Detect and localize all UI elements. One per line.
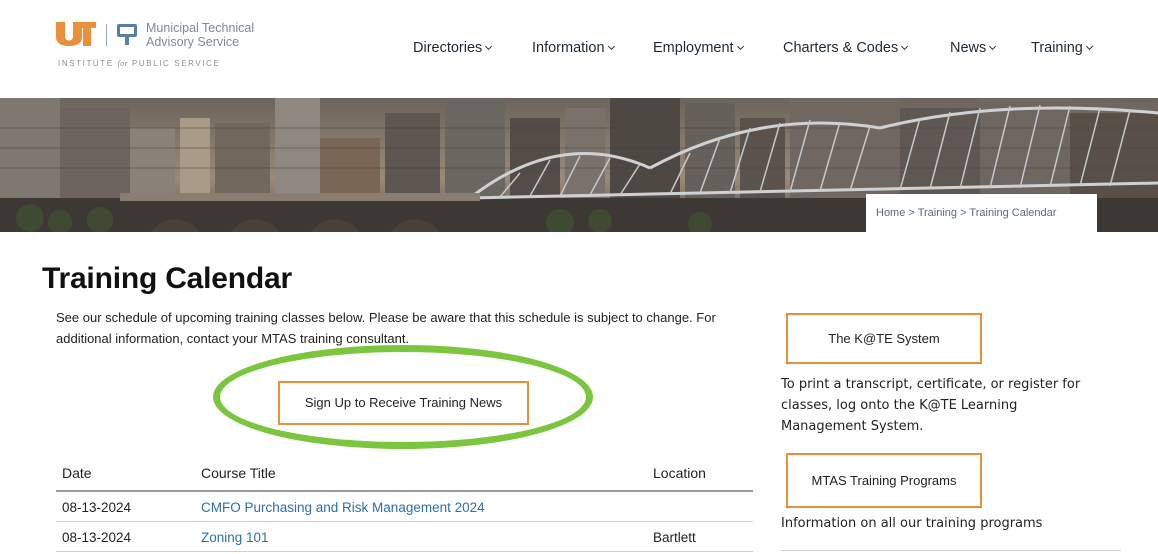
logo-divider [106, 24, 107, 46]
programs-description: Information on all our training programs [781, 516, 1043, 531]
row-date: 08-13-2024 [62, 530, 132, 545]
nav-charters-codes[interactable]: Charters & Codes [783, 40, 909, 56]
breadcrumb-home[interactable]: Home [876, 207, 905, 219]
breadcrumb-current: Training Calendar [969, 207, 1057, 219]
nav-information[interactable]: Information [532, 40, 615, 56]
course-link[interactable]: Zoning 101 [201, 530, 269, 545]
nav-employment[interactable]: Employment [653, 40, 744, 56]
mtas-logo[interactable]: Municipal Technical Advisory Service INS… [56, 18, 276, 78]
nav-training[interactable]: Training [1031, 40, 1093, 56]
org-name: Municipal Technical Advisory Service [146, 21, 255, 49]
institute-tagline: INSTITUTE for PUBLIC SERVICE [58, 59, 221, 68]
chevron-down-icon [901, 42, 909, 51]
chevron-down-icon [989, 42, 997, 51]
header-location: Location [653, 465, 706, 481]
breadcrumb: Home > Training > Training Calendar [866, 194, 1097, 232]
signup-highlight: Sign Up to Receive Training News [213, 345, 593, 449]
header-date: Date [62, 465, 92, 481]
breadcrumb-training[interactable]: Training [918, 207, 957, 219]
nav-news[interactable]: News [950, 40, 997, 56]
site-header: Municipal Technical Advisory Service INS… [0, 0, 1158, 96]
mtas-seal-icon [117, 24, 137, 45]
row-location: Bartlett [653, 530, 696, 545]
intro-text: See our schedule of upcoming training cl… [56, 310, 716, 346]
nav-directories[interactable]: Directories [413, 40, 493, 56]
header-course-title: Course Title [201, 465, 276, 481]
sidebar-divider [781, 550, 1121, 551]
chevron-down-icon [1085, 42, 1093, 51]
table-row: 08-13-2024 CMFO Purchasing and Risk Mana… [56, 492, 753, 522]
table-row: 08-13-2024 Zoning 101 Bartlett [56, 522, 753, 552]
ut-logo-icon [56, 22, 96, 46]
course-link[interactable]: CMFO Purchasing and Risk Management 2024 [201, 500, 485, 515]
training-table: Date Course Title Location 08-13-2024 CM… [56, 462, 753, 552]
kate-system-button[interactable]: The K@TE System [786, 313, 982, 364]
page-title: Training Calendar [42, 262, 292, 295]
breadcrumb-separator: > [908, 207, 915, 219]
table-header: Date Course Title Location [56, 462, 753, 492]
chevron-down-icon [607, 42, 615, 51]
chevron-down-icon [485, 42, 493, 51]
kate-description: To print a transcript, certificate, or r… [781, 377, 1081, 434]
mtas-training-programs-button[interactable]: MTAS Training Programs [786, 453, 982, 508]
chevron-down-icon [736, 42, 744, 51]
row-date: 08-13-2024 [62, 500, 132, 515]
breadcrumb-separator: > [960, 207, 967, 219]
signup-training-news-button[interactable]: Sign Up to Receive Training News [278, 381, 529, 425]
